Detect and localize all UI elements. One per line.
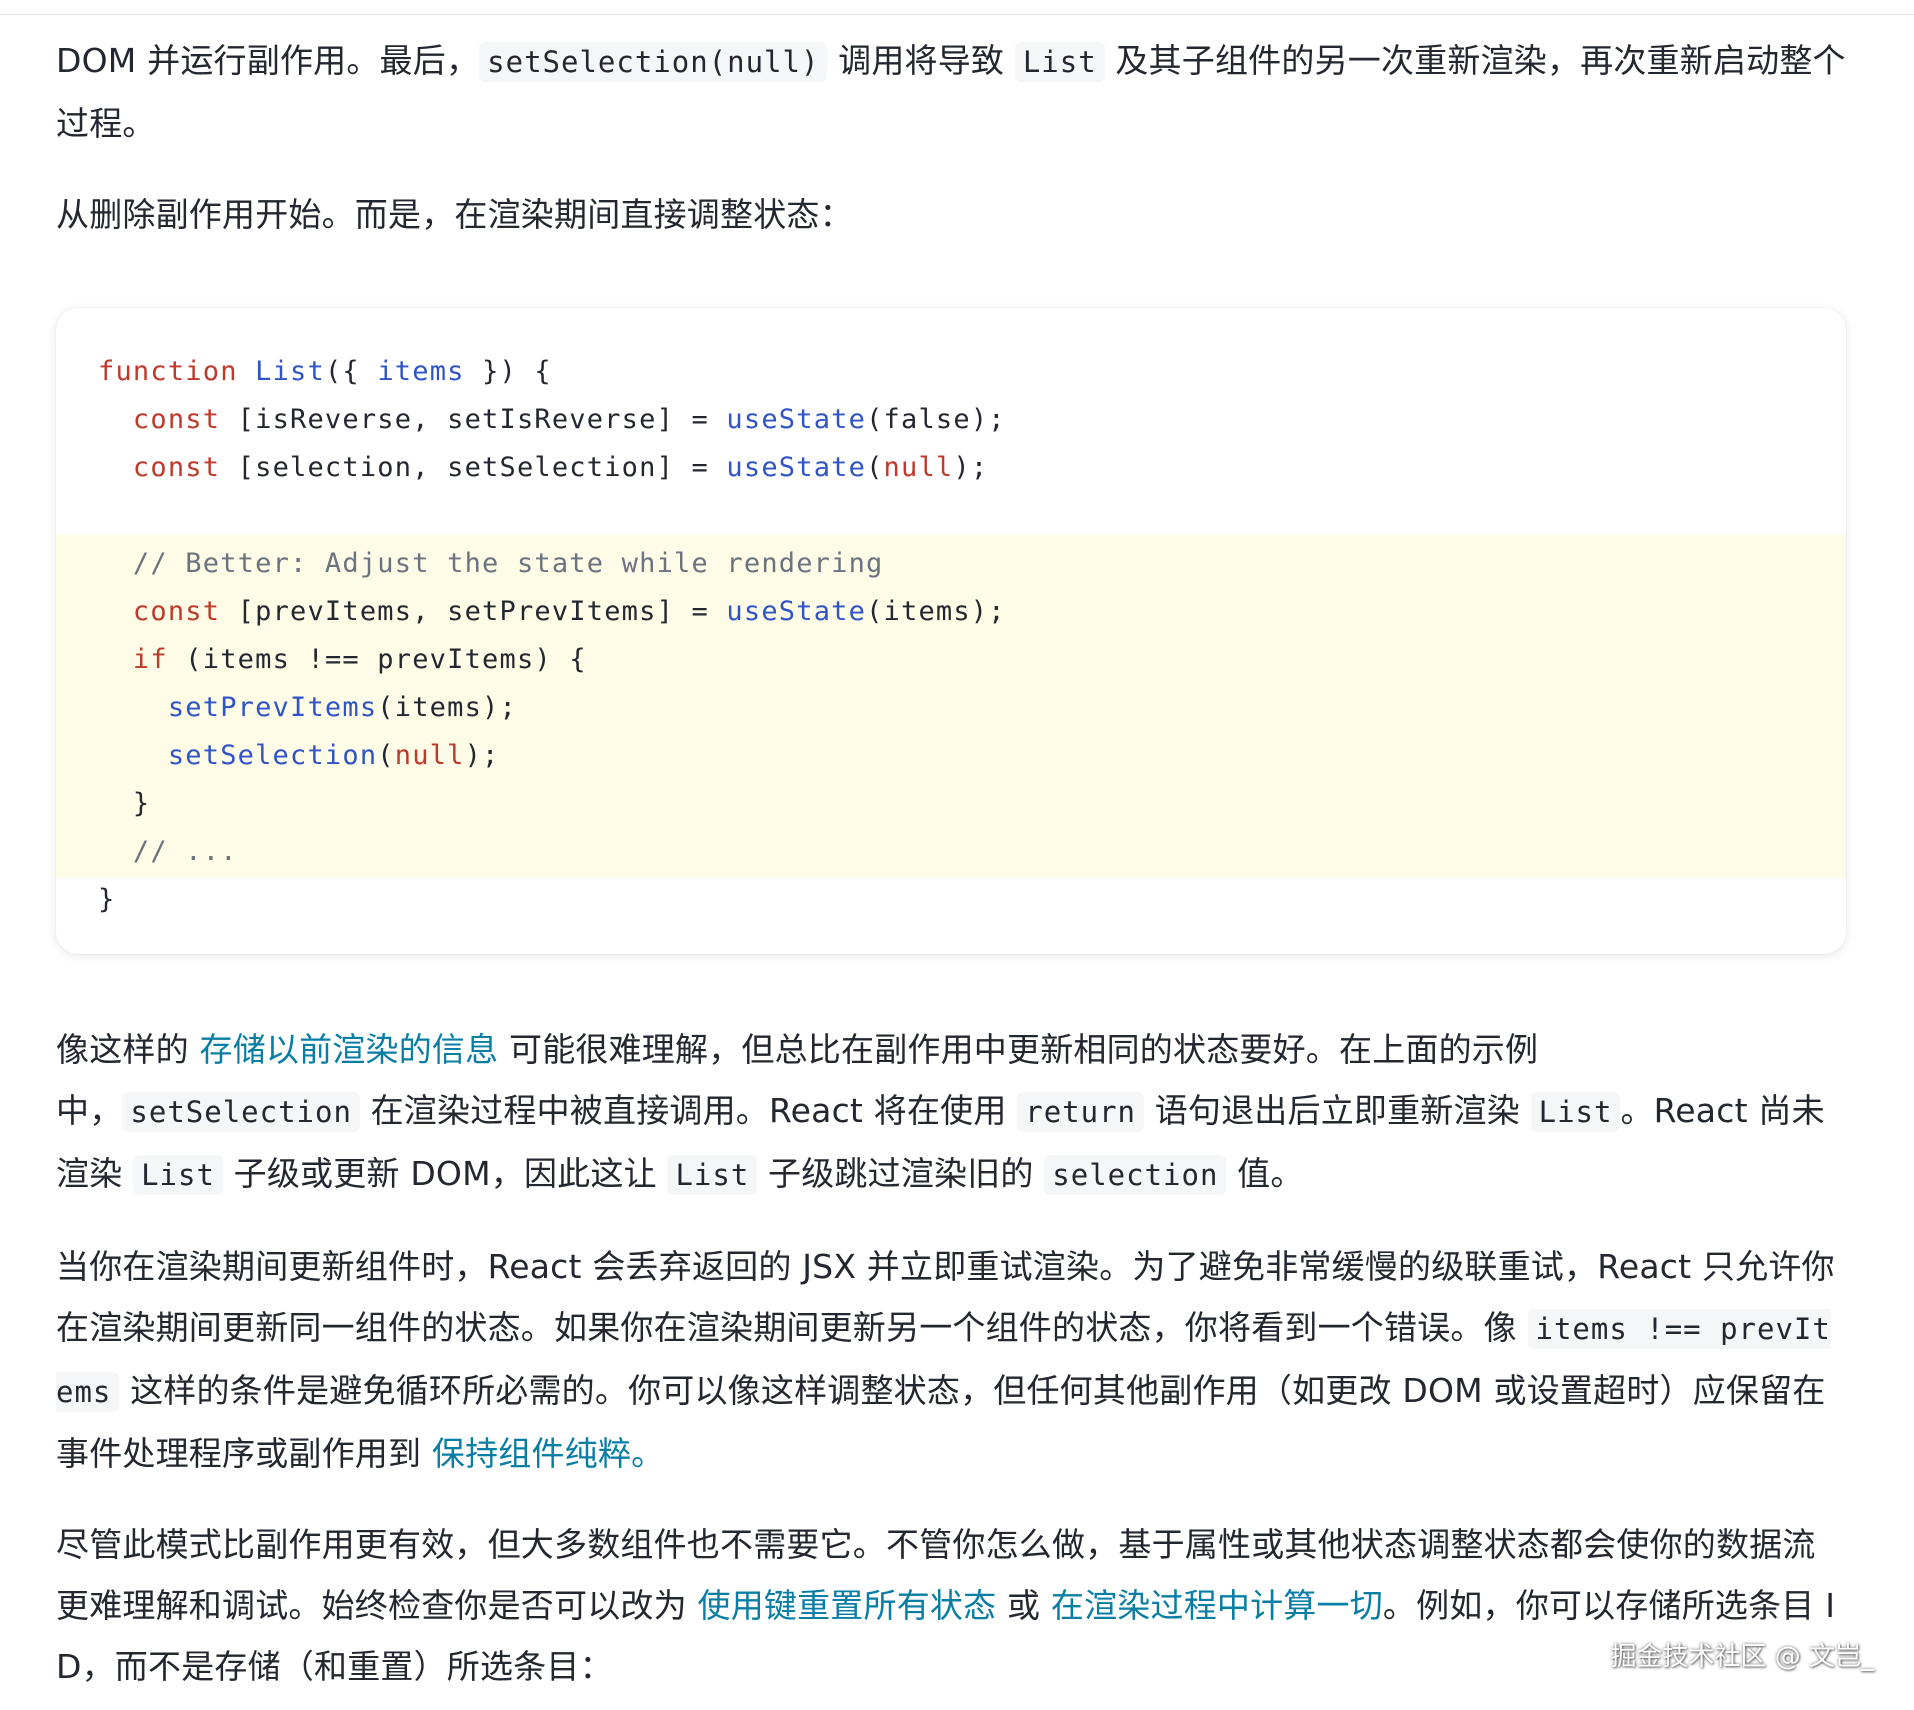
text-span: DOM 并运行副作用。最后， [56,41,480,80]
code-punct: ( [377,740,395,771]
text-span: 子级跳过渲染旧的 [757,1154,1045,1193]
text-span: 值。 [1226,1154,1304,1193]
article-top: DOM 并运行副作用。最后， setSelection(null) 调用将导致 L… [56,30,1846,245]
code-line-11: } [98,876,115,924]
code-punct: ({ [324,356,378,387]
code-function-call: useState [726,452,867,483]
code-text: (items); [866,596,1006,627]
code-text: [selection, setSelection] = [220,452,727,483]
text-span: 调用将导致 [827,41,1015,80]
text-span: 可能很难理解，但总比在副作用中更新相同的状态要好。在上面的示例 [498,1030,1539,1069]
code-line-6: if (items !== prevItems) { [98,636,587,684]
code-value: false [883,404,971,435]
code-keyword: const [132,452,221,483]
code-param: items [377,356,465,387]
code-keyword: const [132,404,221,435]
link-store-previous-render-info[interactable]: 存储以前渲染的信息 [200,1030,499,1069]
code-punct: ); [464,740,500,771]
code-text: } [98,884,116,915]
text-span: 子级或更新 DOM，因此这让 [222,1154,668,1193]
code-text: (items); [377,692,517,723]
inline-code: List [1530,1092,1621,1132]
code-line-1: function List({ items }) { [98,348,552,396]
code-function-call: setSelection [167,740,378,771]
code-null: null [394,740,465,771]
text-span: 像这样的 [56,1030,200,1069]
code-text: (items !== prevItems) { [167,644,587,675]
paragraph-pattern-note: 尽管此模式比副作用更有效，但大多数组件也不需要它。不管你怎么做，基于属性或其他状… [56,1514,1846,1697]
inline-code: List [133,1155,223,1195]
code-null: null [883,452,954,483]
top-divider [0,0,1914,15]
code-keyword: function [98,356,238,387]
code-function-name: List [255,356,325,387]
article-bottom: 像这样的 存储以前渲染的信息 可能很难理解，但总比在副作用中更新相同的状态要好。… [56,1019,1846,1697]
code-function-call: useState [726,596,867,627]
text-span: 或 [996,1586,1051,1625]
code-text: [isReverse, setIsReverse] = [220,404,727,435]
paragraph-start: 从删除副作用开始。而是，在渲染期间直接调整状态： [56,184,1846,245]
text-span: 从删除副作用开始。而是，在渲染期间直接调整状态： [56,195,853,234]
code-comment: // Better: Adjust the state while render… [132,548,884,579]
link-calculate-during-render[interactable]: 在渲染过程中计算一切 [1051,1586,1383,1625]
inline-code: return [1017,1092,1145,1132]
paragraph-intro: DOM 并运行副作用。最后， setSelection(null) 调用将导致 L… [56,30,1846,154]
paragraph-render-update: 当你在渲染期间更新组件时，React 会丢弃返回的 JSX 并立即重试渲染。为了… [56,1236,1846,1484]
code-block: function List({ items }) { const [isReve… [56,308,1846,954]
code-comment: // ... [132,836,238,867]
code-punct: }) { [464,356,552,387]
code-keyword: const [132,596,221,627]
code-line-9: } [98,780,150,828]
code-line-8: setSelection(null); [98,732,500,780]
link-keep-components-pure[interactable]: 保持组件纯粹。 [432,1434,664,1473]
code-punct: ); [953,452,989,483]
inline-code: setSelection(null) [479,42,828,82]
code-line-10: // ... [98,828,238,876]
code-function-call: setPrevItems [167,692,378,723]
code-text: } [132,788,151,819]
code-line-4: // Better: Adjust the state while render… [98,540,884,588]
text-span: 语句退出后立即重新渲染 [1144,1091,1531,1130]
inline-code: setSelection [122,1092,360,1132]
code-function-call: useState [726,404,867,435]
inline-code: selection [1044,1155,1227,1195]
code-punct: ); [970,404,1006,435]
code-punct: ( [866,452,884,483]
code-text: [prevItems, setPrevItems] = [220,596,727,627]
code-line-2: const [isReverse, setIsReverse] = useSta… [98,396,1006,444]
code-punct: ( [866,404,884,435]
inline-code: List [667,1155,758,1195]
code-line-7: setPrevItems(items); [98,684,517,732]
text-span: 中， [56,1091,123,1130]
code-line-5: const [prevItems, setPrevItems] = useSta… [98,588,1006,636]
paragraph-explain: 像这样的 存储以前渲染的信息 可能很难理解，但总比在副作用中更新相同的状态要好。… [56,1019,1846,1206]
watermark: 掘金技术社区 @ 文岂_ [1610,1642,1874,1672]
text-span: 这样的条件是避免循环所必需的。你可以像这样调整状态，但任何其他副作用（如更改 D… [56,1371,1826,1473]
code-line-3: const [selection, setSelection] = useSta… [98,444,988,492]
code-keyword: if [132,644,168,675]
text-span: 在渲染过程中被直接调用。React 将在使用 [359,1091,1018,1130]
link-reset-state-with-key[interactable]: 使用键重置所有状态 [698,1586,997,1625]
inline-code: List [1014,42,1105,82]
